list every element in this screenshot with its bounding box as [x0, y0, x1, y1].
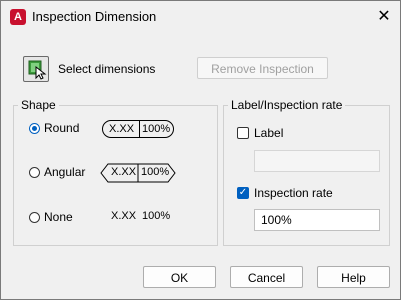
- angular-radio-label[interactable]: Angular: [44, 165, 85, 179]
- ok-button[interactable]: OK: [143, 266, 216, 288]
- remove-inspection-button[interactable]: Remove Inspection: [197, 57, 328, 79]
- round-sample-divider: [139, 121, 140, 137]
- app-logo-icon: A: [10, 9, 26, 25]
- angular-radio[interactable]: [29, 167, 40, 178]
- select-dimensions-label[interactable]: Select dimensions: [58, 62, 155, 76]
- none-radio[interactable]: [29, 212, 40, 223]
- dialog-title: Inspection Dimension: [32, 9, 157, 24]
- shape-group-label: Shape: [18, 98, 59, 112]
- angular-sample-rate: 100%: [141, 166, 170, 178]
- round-radio-label[interactable]: Round: [44, 121, 79, 135]
- cancel-button[interactable]: Cancel: [230, 266, 303, 288]
- none-radio-label[interactable]: None: [44, 210, 73, 224]
- close-icon[interactable]: ✕: [374, 7, 394, 27]
- inspection-rate-field[interactable]: 100%: [254, 209, 380, 231]
- inspection-dimension-dialog: A Inspection Dimension ✕ Select dimensio…: [0, 0, 401, 300]
- inspection-rate-checkbox[interactable]: ✓: [237, 187, 249, 199]
- round-sample: X.XX 100%: [102, 120, 174, 138]
- angular-sample-value: X.XX: [111, 166, 137, 178]
- label-field[interactable]: [254, 150, 380, 172]
- select-dimensions-icon: [28, 60, 47, 80]
- label-checkbox-label[interactable]: Label: [254, 126, 283, 140]
- title-bar: A Inspection Dimension ✕: [1, 1, 400, 33]
- label-checkbox[interactable]: [237, 127, 249, 139]
- none-sample-rate: 100%: [142, 210, 171, 222]
- help-button[interactable]: Help: [317, 266, 390, 288]
- inspection-rate-checkbox-label[interactable]: Inspection rate: [254, 186, 333, 200]
- round-sample-rate: 100%: [142, 123, 171, 135]
- round-sample-value: X.XX: [109, 123, 135, 135]
- round-radio[interactable]: [29, 123, 40, 134]
- select-dimensions-button[interactable]: [23, 56, 49, 82]
- none-sample-value: X.XX: [111, 210, 137, 222]
- label-rate-group-label: Label/Inspection rate: [228, 98, 346, 112]
